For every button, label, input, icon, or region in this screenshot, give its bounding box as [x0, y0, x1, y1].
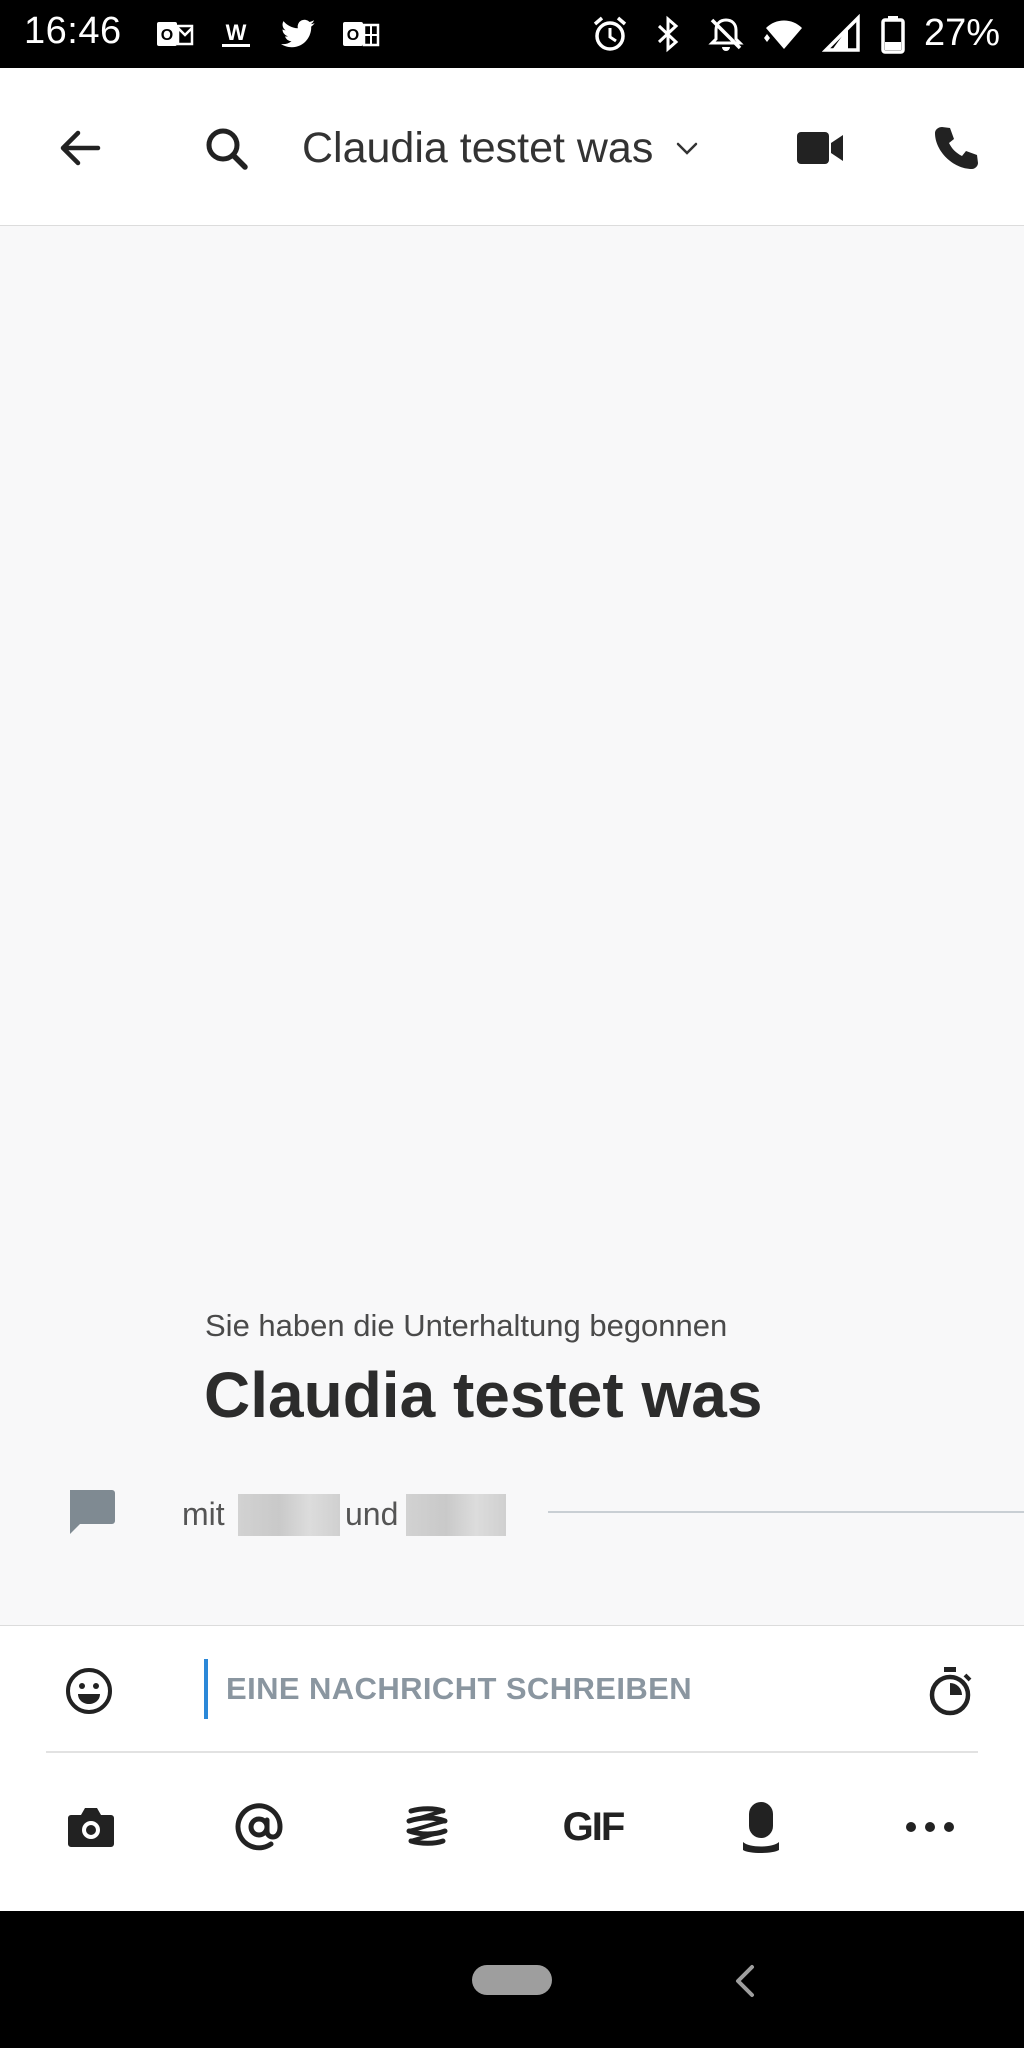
- signal-icon: [821, 13, 860, 52]
- conversation-title-dropdown[interactable]: Claudia testet was: [302, 116, 699, 180]
- dnd-icon: [708, 17, 744, 51]
- text-cursor: [204, 1659, 208, 1719]
- camera-button[interactable]: [59, 1795, 123, 1859]
- system-icons: 27%: [590, 12, 1000, 55]
- more-options-button[interactable]: [898, 1795, 962, 1859]
- mit-label: mit: [182, 1496, 225, 1532]
- nav-back-icon[interactable]: [726, 1959, 766, 2003]
- chevron-down-icon: [677, 142, 698, 155]
- conversation-started-text: Sie haben die Unterhaltung begonnen: [205, 1308, 728, 1343]
- message-composer: GIF: [0, 1625, 1024, 1911]
- gif-icon: GIF: [562, 1804, 626, 1849]
- participant-name-redacted: [238, 1494, 340, 1536]
- svg-text:O: O: [161, 27, 173, 44]
- sticker-button[interactable]: [395, 1795, 459, 1859]
- search-button[interactable]: [186, 108, 266, 188]
- mention-button[interactable]: [227, 1795, 291, 1859]
- battery-percent: 27%: [923, 12, 1000, 54]
- participants-row: mit und: [0, 1480, 1024, 1550]
- sticker-icon: [406, 1806, 448, 1846]
- composer-input-row: [0, 1626, 1024, 1751]
- status-time: 16:46: [24, 10, 122, 52]
- office-icon: O: [343, 22, 380, 47]
- alarm-icon: [593, 16, 627, 51]
- system-navigation-bar: [0, 1911, 1024, 2048]
- at-sign-icon: [235, 1803, 283, 1851]
- more-dots-icon: [906, 1822, 954, 1832]
- phone-call-button[interactable]: [916, 108, 996, 188]
- timer-icon[interactable]: [925, 1665, 975, 1717]
- wifi-icon: [763, 20, 802, 49]
- arrow-left-icon: [60, 130, 101, 166]
- twitter-icon: [281, 19, 315, 48]
- voice-message-button[interactable]: [729, 1795, 793, 1859]
- camera-icon: [68, 1808, 114, 1847]
- emoji-icon[interactable]: [64, 1666, 114, 1716]
- notification-icons: O W O: [154, 14, 380, 54]
- participant-name-redacted: [406, 1494, 506, 1536]
- word-icon: W: [222, 20, 250, 47]
- svg-text:W: W: [226, 20, 247, 45]
- message-input[interactable]: [226, 1656, 866, 1722]
- video-camera-icon: [797, 132, 843, 164]
- battery-icon: [881, 15, 905, 54]
- search-icon: [206, 128, 248, 170]
- svg-text:O: O: [347, 27, 359, 44]
- und-label: und: [345, 1496, 399, 1532]
- conversation-header: Claudia testet was: [0, 68, 1024, 226]
- chat-bubble-icon: [70, 1490, 115, 1534]
- composer-toolbar: GIF: [0, 1753, 1024, 1912]
- bluetooth-icon: [657, 15, 679, 52]
- header-title: Claudia testet was: [302, 123, 654, 172]
- microphone-icon: [743, 1802, 779, 1853]
- home-pill[interactable]: [472, 1965, 552, 1995]
- outlook-icon: O: [157, 22, 194, 46]
- video-call-button[interactable]: [780, 108, 860, 188]
- back-button[interactable]: [40, 108, 120, 188]
- phone-icon: [935, 127, 978, 169]
- gif-button[interactable]: GIF: [561, 1795, 626, 1859]
- conversation-title: Claudia testet was: [204, 1359, 763, 1431]
- status-bar: 16:46 O W O 27%: [0, 0, 1024, 68]
- divider-line: [548, 1511, 1024, 1513]
